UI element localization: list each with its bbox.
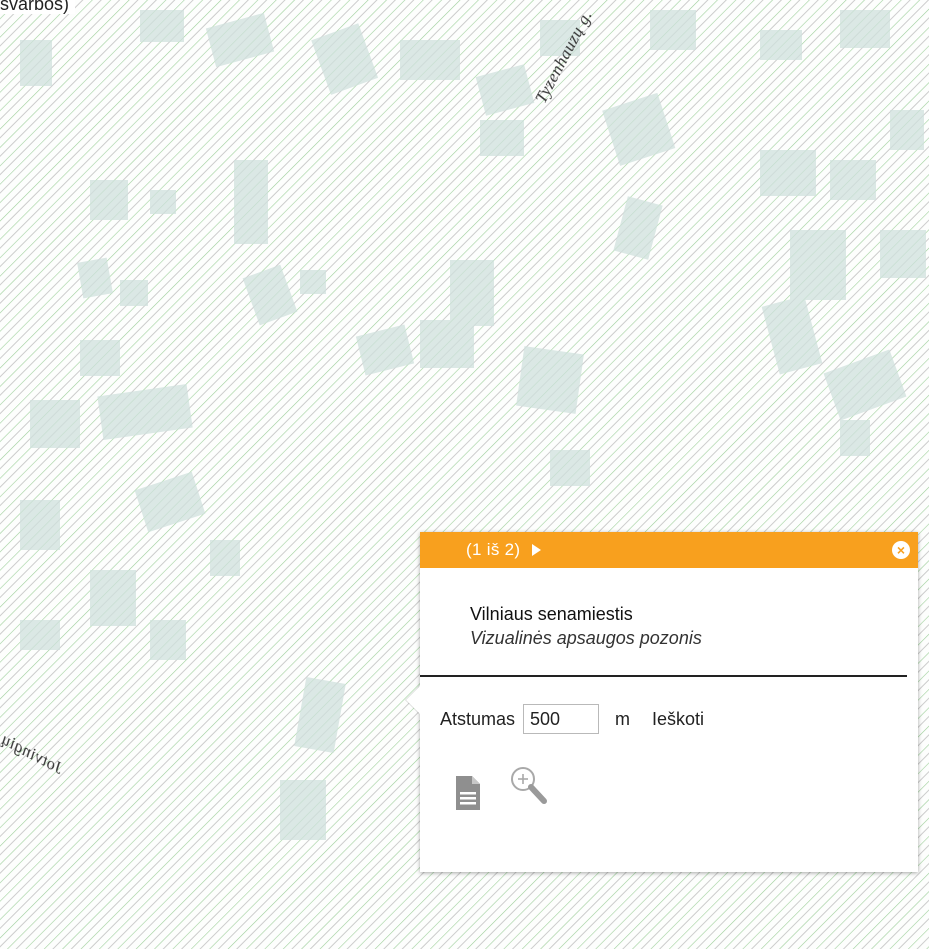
popup-actions xyxy=(456,764,548,810)
feature-title: Vilniaus senamiestis xyxy=(470,604,633,624)
next-result-icon[interactable] xyxy=(532,544,542,556)
zoom-in-icon[interactable] xyxy=(508,764,548,806)
feature-subtitle: Vizualinės apsaugos pozonis xyxy=(470,628,702,648)
distance-label: Atstumas xyxy=(440,708,516,729)
map-view[interactable]: svarbos) Tyzenhauzų g. Jotvingių g. (1 i… xyxy=(0,0,929,949)
divider xyxy=(420,675,907,677)
result-pager: (1 iš 2) xyxy=(466,540,521,559)
feature-info-popup: (1 iš 2) × Vilniaus senamiestis Vizualin… xyxy=(406,532,918,872)
distance-input[interactable] xyxy=(523,704,600,734)
popup-pointer xyxy=(406,686,420,714)
close-icon[interactable]: × xyxy=(892,541,910,559)
distance-search-row: Atstumas m Ieškoti xyxy=(440,704,704,734)
distance-unit: m xyxy=(615,708,631,729)
popup-header: (1 iš 2) × xyxy=(420,532,918,568)
search-link[interactable]: Ieškoti xyxy=(652,709,704,730)
legend-fragment-text: svarbos) xyxy=(0,0,76,14)
document-icon[interactable] xyxy=(456,776,480,810)
